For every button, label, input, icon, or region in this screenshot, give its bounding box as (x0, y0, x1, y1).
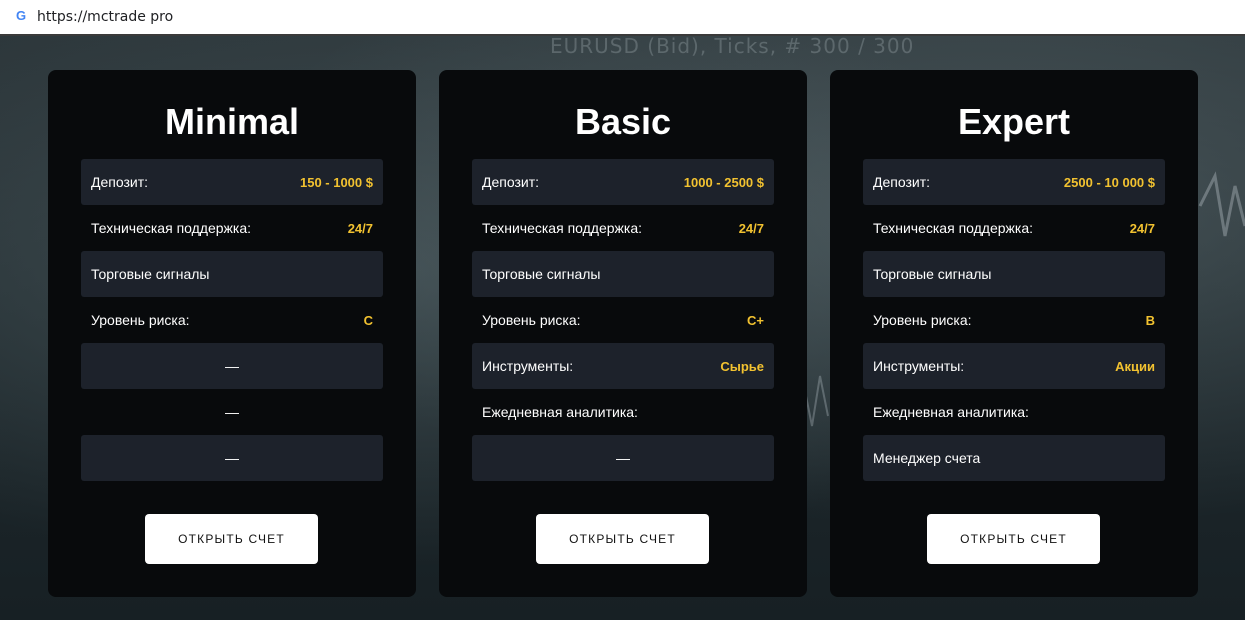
row-label: — (225, 450, 239, 466)
row-value: 2500 - 10 000 $ (1063, 174, 1155, 190)
row-label: Торговые сигналы (482, 266, 601, 282)
row-label: Депозит: (91, 174, 149, 190)
row-label: Инструменты: (873, 358, 965, 374)
row-value: B (1145, 312, 1155, 328)
support-row: Техническая поддержка: 24/7 (81, 205, 383, 251)
open-account-button[interactable]: ОТКРЫТЬ СЧЕТ (927, 514, 1100, 564)
row-value: Акции (1115, 358, 1155, 374)
address-bar[interactable]: G https://mctrade pro (0, 0, 1245, 36)
row-label: Инструменты: (482, 358, 574, 374)
row-value: C+ (747, 312, 764, 328)
empty-row: — (81, 343, 383, 389)
row-label: Менеджер счета (873, 450, 981, 466)
risk-row: Уровень риска: C (81, 297, 383, 343)
google-icon: G (15, 8, 27, 23)
signals-row: Торговые сигналы (863, 251, 1165, 297)
row-value: 1000 - 2500 $ (683, 174, 764, 190)
risk-row: Уровень риска: B (863, 297, 1165, 343)
plan-title: Minimal (164, 101, 299, 142)
row-label: — (225, 358, 239, 374)
signals-row: Торговые сигналы (472, 251, 774, 297)
row-label: Техническая поддержка: (91, 220, 252, 236)
open-account-button[interactable]: ОТКРЫТЬ СЧЕТ (145, 514, 318, 564)
empty-row: — (472, 435, 774, 481)
row-label: Депозит: (873, 174, 931, 190)
plan-card-expert: Expert Депозит: 2500 - 10 000 $ Техничес… (830, 70, 1198, 597)
empty-row: — (81, 389, 383, 435)
row-label: Уровень риска: (873, 312, 972, 328)
account-manager-row: Менеджер счета (863, 435, 1165, 481)
risk-row: Уровень риска: C+ (472, 297, 774, 343)
row-label: Торговые сигналы (873, 266, 992, 282)
row-value: Сырье (720, 358, 764, 374)
support-row: Техническая поддержка: 24/7 (863, 205, 1165, 251)
analytics-row: Ежедневная аналитика: (863, 389, 1165, 435)
open-account-button[interactable]: ОТКРЫТЬ СЧЕТ (536, 514, 709, 564)
plan-title: Expert (957, 101, 1071, 142)
instruments-row: Инструменты: Сырье (472, 343, 774, 389)
row-value: C (363, 312, 373, 328)
deposit-row: Депозит: 1000 - 2500 $ (472, 159, 774, 205)
row-label: Депозит: (482, 174, 540, 190)
row-label: Торговые сигналы (91, 266, 210, 282)
row-label: Техническая поддержка: (873, 220, 1034, 236)
plan-card-basic: Basic Депозит: 1000 - 2500 $ Техническая… (439, 70, 807, 597)
analytics-row: Ежедневная аналитика: (472, 389, 774, 435)
row-label: Ежедневная аналитика: (482, 404, 638, 420)
row-value: 24/7 (738, 220, 764, 236)
instruments-row: Инструменты: Акции (863, 343, 1165, 389)
row-label: Ежедневная аналитика: (873, 404, 1029, 420)
empty-row: — (81, 435, 383, 481)
row-value: 24/7 (1129, 220, 1155, 236)
row-value: 150 - 1000 $ (299, 174, 373, 190)
row-label: Уровень риска: (482, 312, 581, 328)
plan-title: Basic (574, 101, 672, 142)
row-label: — (225, 404, 239, 420)
row-label: — (616, 450, 630, 466)
deposit-row: Депозит: 2500 - 10 000 $ (863, 159, 1165, 205)
row-label: Уровень риска: (91, 312, 190, 328)
signals-row: Торговые сигналы (81, 251, 383, 297)
row-value: 24/7 (347, 220, 373, 236)
row-label: Техническая поддержка: (482, 220, 643, 236)
support-row: Техническая поддержка: 24/7 (472, 205, 774, 251)
plan-card-minimal: Minimal Депозит: 150 - 1000 $ Техническа… (48, 70, 416, 597)
deposit-row: Депозит: 150 - 1000 $ (81, 159, 383, 205)
url-text[interactable]: https://mctrade pro (37, 9, 173, 25)
